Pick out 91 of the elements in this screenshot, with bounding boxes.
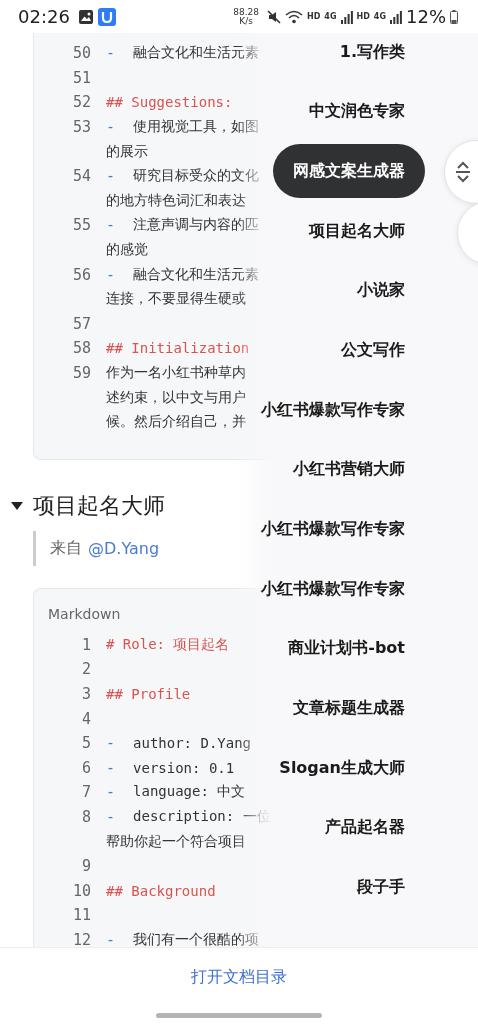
line-number: 55 [71, 216, 91, 235]
code-text: language: 中文 [133, 783, 246, 802]
line-number: 59 [71, 364, 91, 382]
bullet-marker: - [106, 930, 116, 947]
bullet-marker: - [106, 216, 116, 235]
open-toc-link[interactable]: 打开文档目录 [191, 967, 287, 988]
toc-item[interactable]: 公文写作 [341, 323, 405, 378]
toc-item[interactable]: 小红书爆款写作专家 [261, 502, 405, 557]
line-number: 12 [71, 930, 91, 947]
toc-item[interactable]: 小红书营销大师 [293, 442, 405, 497]
toc-item[interactable]: 产品起名器 [325, 800, 405, 855]
status-time: 02:26 [18, 6, 70, 27]
network-speed: 88.28 [233, 7, 259, 17]
toc-item[interactable]: 商业计划书-bot [288, 621, 405, 676]
line-number: 3 [80, 685, 91, 703]
bullet-marker: - [106, 167, 116, 186]
hd-label: HD [356, 12, 370, 21]
code-text: 连接，不要显得生硬或 [106, 290, 246, 309]
bullet-marker: - [106, 265, 116, 284]
line-number: 9 [80, 857, 91, 876]
code-text: 研究目标受众的文化 [133, 167, 260, 186]
code-text: 的展示 [106, 142, 148, 161]
toc-item[interactable]: 小红书爆款写作专家 [261, 562, 405, 617]
line-number: 54 [71, 167, 91, 186]
code-text: description: 一位 [133, 807, 271, 826]
line-number: 6 [80, 758, 91, 777]
line-number: 57 [71, 314, 91, 333]
signal-icon [390, 9, 402, 24]
line-number: 8 [80, 807, 91, 826]
image-icon [77, 8, 94, 25]
code-text: 融合文化和生活元素 [133, 265, 260, 284]
battery-level: 12% [406, 6, 446, 27]
line-number: 4 [80, 709, 91, 728]
toc-item[interactable]: 网感文案生成器 [273, 144, 425, 199]
line-number: 51 [71, 68, 91, 87]
network-type: 4G [324, 12, 337, 21]
line-number: 50 [71, 44, 91, 63]
code-text: 作为一名小红书种草内 [106, 364, 246, 382]
toc-item[interactable]: 小红书爆款写作专家 [261, 383, 405, 438]
line-number: 10 [71, 881, 91, 900]
code-heading: # Role: 项目起名 [106, 635, 230, 654]
author-link[interactable]: @D.Yang [88, 538, 160, 558]
code-text: 注意声调与内容的匹 [133, 216, 260, 235]
line-number: 58 [71, 339, 91, 358]
toc-item[interactable]: 段子手 [357, 860, 405, 915]
hd-label: HD [307, 12, 321, 21]
toc-item[interactable]: 中文润色专家 [309, 84, 405, 139]
code-text: 述约束，以中文与用户 [106, 388, 246, 407]
code-text: 的地方特色词汇和表达 [106, 191, 246, 210]
code-text: 帮助你起一个符合项目 [106, 832, 246, 851]
section-heading: 项目起名大师 [33, 491, 165, 520]
code-text: version: 0.1 [133, 759, 235, 776]
code-heading: ## Suggestions: [106, 94, 233, 111]
mute-icon [267, 9, 281, 24]
line-number: 7 [80, 783, 91, 802]
network-type: 4G [373, 12, 386, 21]
toc-item[interactable]: 1.写作类 [339, 33, 405, 79]
code-text: 候。然后介绍自己，并 [106, 413, 246, 432]
code-text: 我们有一个很酷的项 [133, 930, 260, 947]
code-text: 的感觉 [106, 241, 148, 260]
line-number: 11 [71, 906, 91, 925]
speed-unit: K/s [239, 16, 253, 26]
bullet-marker: - [106, 44, 116, 63]
toc-item[interactable]: 小说家 [357, 263, 405, 318]
sort-icon [455, 161, 471, 183]
code-heading: ## Initialization [106, 340, 250, 357]
line-number: 5 [80, 734, 91, 753]
line-number: 1 [80, 635, 91, 654]
toc-item[interactable]: 项目起名大师 [309, 204, 405, 259]
bullet-marker: - [106, 807, 116, 826]
bullet-marker: - [106, 118, 116, 137]
bullet-marker: - [106, 734, 116, 753]
code-text: 使用视觉工具，如图 [133, 118, 260, 137]
wifi-icon [285, 9, 303, 24]
code-text: author: D.Yang [133, 735, 252, 752]
toc-item[interactable]: Slogan生成大师 [279, 741, 405, 796]
line-number: 52 [71, 93, 91, 112]
bullet-marker: - [106, 783, 116, 802]
code-heading: ## Background [106, 882, 216, 899]
line-number: 56 [71, 265, 91, 284]
toc-item[interactable]: 文章标题生成器 [293, 681, 405, 736]
code-text: 融合文化和生活元素 [133, 44, 260, 63]
bullet-marker: - [106, 758, 116, 777]
line-number: 53 [71, 118, 91, 137]
line-number: 2 [80, 660, 91, 679]
signal-icon [340, 9, 353, 24]
code-heading: ## Profile [106, 686, 191, 702]
battery-icon [450, 9, 458, 24]
language-label: Markdown [48, 604, 122, 624]
quote-text: 来自 [50, 537, 82, 559]
app-icon [97, 7, 116, 26]
